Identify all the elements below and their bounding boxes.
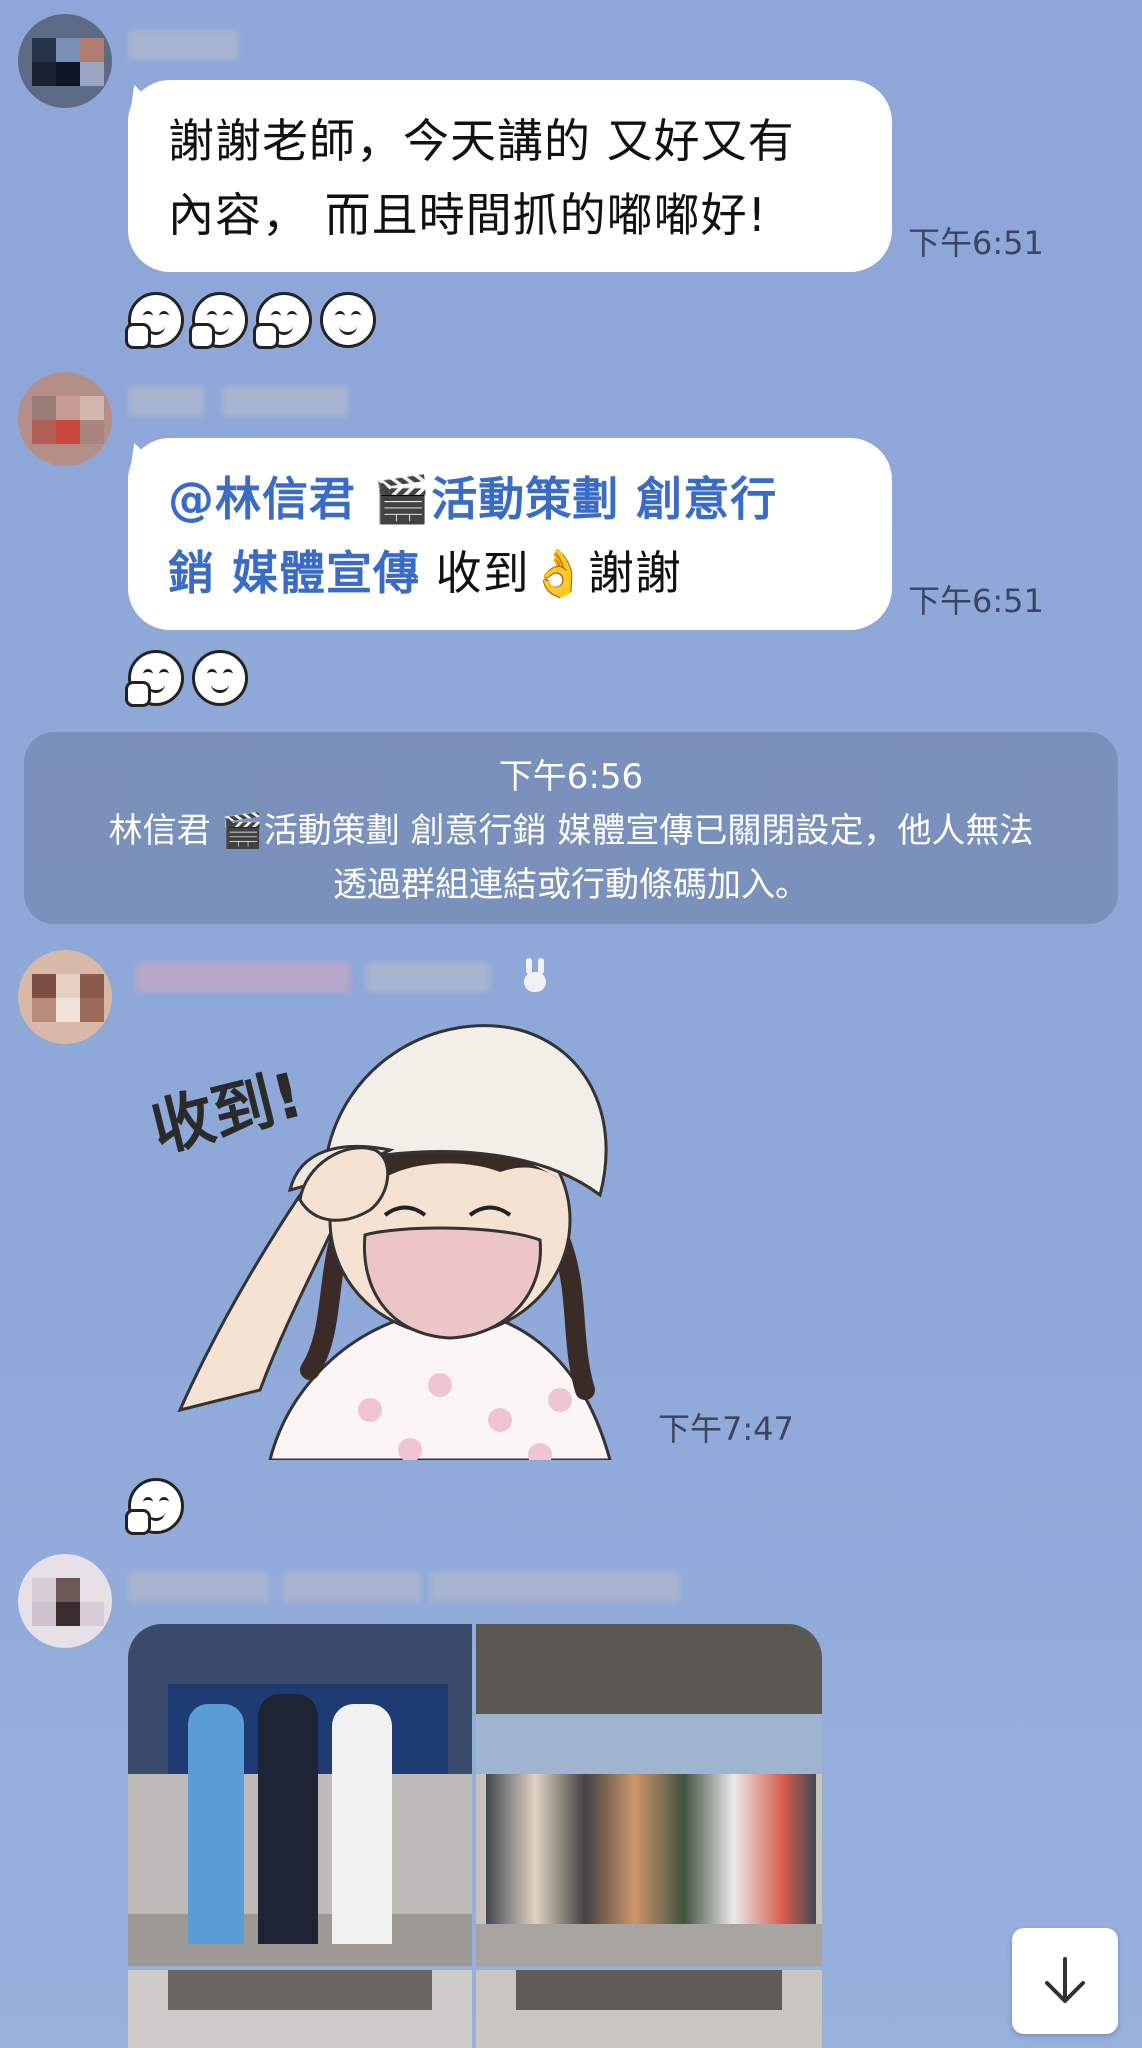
reactions[interactable] <box>125 650 248 707</box>
smiley-clapping-icon[interactable] <box>320 292 376 348</box>
mention-link[interactable]: 銷 媒體宣傳 <box>168 546 420 600</box>
message-text: 收到👌謝謝 <box>420 546 682 600</box>
smiley-thumbs-up-icon[interactable] <box>189 292 248 349</box>
message-bubble[interactable]: @林信君 🎬活動策劃 創意行 銷 媒體宣傳 收到👌謝謝 <box>114 438 892 630</box>
sender-name-blurred <box>222 386 348 416</box>
sender-name-blurred <box>366 962 490 992</box>
sender-avatar[interactable] <box>18 1554 112 1648</box>
message-time: 下午6:51 <box>908 224 1044 262</box>
photo[interactable] <box>128 1970 472 2048</box>
system-message-text: 林信君 🎬活動策劃 創意行銷 媒體宣傳已關閉設定，他人無法 <box>108 811 1034 851</box>
sender-name-blurred <box>128 386 204 416</box>
photo[interactable] <box>476 1624 822 1966</box>
sender-name-blurred <box>282 1572 420 1602</box>
rabbit-icon <box>524 958 548 994</box>
arrow-down-icon <box>1045 1957 1085 2003</box>
smiley-thumbs-up-icon[interactable] <box>253 292 312 349</box>
sticker-text: 收到! <box>144 1058 309 1166</box>
message-text-line: 謝謝老師，今天講的 又好又有 <box>168 114 795 168</box>
smiley-thumbs-up-icon[interactable] <box>125 1478 184 1535</box>
scroll-to-bottom-button[interactable] <box>1012 1928 1118 2034</box>
message-text-line: 內容， 而且時間抓的嘟嘟好! <box>168 188 768 242</box>
message-bubble[interactable]: 謝謝老師，今天講的 又好又有 內容， 而且時間抓的嘟嘟好! <box>114 80 892 272</box>
sender-avatar[interactable] <box>18 950 112 1044</box>
chat-screen: 謝謝老師，今天講的 又好又有 內容， 而且時間抓的嘟嘟好! 下午6:51 @林信… <box>0 0 1142 2048</box>
sender-name-blurred <box>430 1572 680 1602</box>
saluting-girl-sticker[interactable]: 收到! <box>140 990 660 1460</box>
system-message-text: 透過群組連結或行動條碼加入。 <box>333 865 809 905</box>
system-message-time: 下午6:56 <box>498 757 644 797</box>
smiley-thumbs-up-icon[interactable] <box>125 292 184 349</box>
photo[interactable] <box>128 1624 472 1966</box>
bubble-tail <box>114 438 158 480</box>
message-time: 下午7:47 <box>658 1410 794 1448</box>
smiley-thumbs-up-icon[interactable] <box>125 650 184 707</box>
sender-name-blurred <box>128 1572 268 1602</box>
sender-name-blurred <box>136 962 350 992</box>
message-time: 下午6:51 <box>908 582 1044 620</box>
mention-link[interactable]: @林信君 🎬活動策劃 創意行 <box>168 472 777 526</box>
bubble-tail <box>114 80 158 122</box>
reactions[interactable] <box>125 292 376 349</box>
reactions[interactable] <box>125 1478 184 1535</box>
smiley-clapping-icon[interactable] <box>192 650 248 706</box>
sender-avatar[interactable] <box>18 14 112 108</box>
sender-avatar[interactable] <box>18 372 112 466</box>
system-message: 下午6:56 林信君 🎬活動策劃 創意行銷 媒體宣傳已關閉設定，他人無法 透過群… <box>24 732 1118 924</box>
photo-album[interactable] <box>128 1624 822 2048</box>
sender-name-blurred <box>128 30 238 60</box>
photo[interactable] <box>476 1970 822 2048</box>
